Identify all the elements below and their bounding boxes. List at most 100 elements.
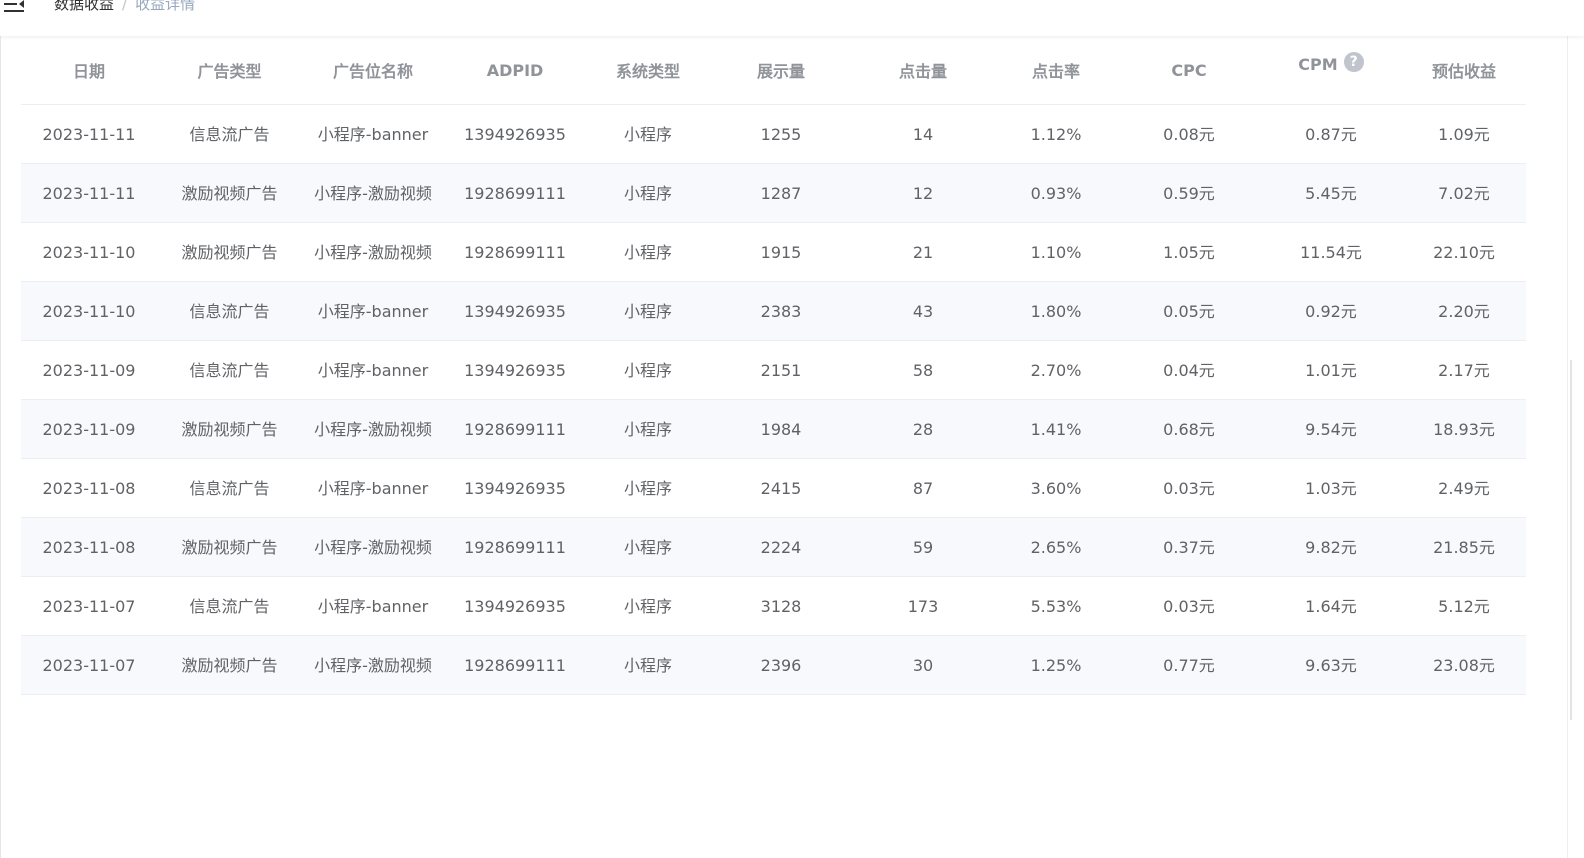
cell-adpid: 1928699111 [444, 517, 586, 577]
breadcrumb: 数据收益 / 收益详情 [54, 0, 195, 14]
cell-ctr: 5.53% [994, 576, 1118, 636]
cpm-label: CPM [1298, 55, 1338, 74]
table-body: 2023-11-11 信息流广告 小程序-banner 1394926935 小程序 12… [21, 104, 1526, 695]
cell-system-type: 小程序 [586, 340, 710, 400]
cell-estimated-revenue: 7.02元 [1402, 163, 1526, 223]
cell-cpm: 9.54元 [1260, 399, 1402, 459]
table-row: 2023-11-11 信息流广告 小程序-banner 1394926935 小程序 12… [21, 104, 1526, 164]
cell-system-type: 小程序 [586, 104, 710, 164]
cell-cpc: 1.05元 [1118, 222, 1260, 282]
cell-cpm: 0.92元 [1260, 281, 1402, 341]
column-header-cpc: CPC [1118, 36, 1260, 105]
page: 数据收益 / 收益详情 日期 广告类型 广告位名称 ADPID 系统类型 展示量… [0, 0, 1584, 858]
column-header-impressions: 展示量 [710, 36, 852, 105]
cell-impressions: 2224 [710, 517, 852, 577]
table-header: 日期 广告类型 广告位名称 ADPID 系统类型 展示量 点击量 点击率 CPC… [21, 36, 1526, 105]
cell-clicks: 87 [852, 458, 994, 518]
cell-date: 2023-11-09 [21, 340, 157, 400]
cell-ad-type: 信息流广告 [157, 576, 302, 636]
cell-cpm: 1.64元 [1260, 576, 1402, 636]
cell-cpc: 0.08元 [1118, 104, 1260, 164]
cell-ctr: 1.10% [994, 222, 1118, 282]
cell-adpid: 1394926935 [444, 281, 586, 341]
cell-system-type: 小程序 [586, 281, 710, 341]
cell-ad-type: 激励视频广告 [157, 635, 302, 695]
cell-clicks: 14 [852, 104, 994, 164]
hamburger-icon[interactable] [4, 0, 26, 14]
cell-impressions: 2151 [710, 340, 852, 400]
cell-impressions: 2383 [710, 281, 852, 341]
cell-system-type: 小程序 [586, 517, 710, 577]
cell-cpc: 0.03元 [1118, 576, 1260, 636]
cell-cpc: 0.68元 [1118, 399, 1260, 459]
column-header-cpm: CPM? [1260, 36, 1402, 105]
cell-clicks: 58 [852, 340, 994, 400]
table-row: 2023-11-10 信息流广告 小程序-banner 1394926935 小程序 23… [21, 281, 1526, 341]
cell-ad-type: 信息流广告 [157, 458, 302, 518]
cell-ad-type: 激励视频广告 [157, 517, 302, 577]
cell-cpm: 1.03元 [1260, 458, 1402, 518]
cell-ctr: 2.70% [994, 340, 1118, 400]
table-row: 2023-11-09 激励视频广告 小程序-激励视频 1928699111 小程序 198… [21, 399, 1526, 459]
cell-clicks: 30 [852, 635, 994, 695]
cell-adpid: 1928699111 [444, 399, 586, 459]
table-row: 2023-11-09 信息流广告 小程序-banner 1394926935 小程序 21… [21, 340, 1526, 400]
cell-date: 2023-11-08 [21, 458, 157, 518]
cell-estimated-revenue: 2.49元 [1402, 458, 1526, 518]
breadcrumb-item-data-revenue[interactable]: 数据收益 [54, 0, 114, 13]
cell-adpid: 1928699111 [444, 163, 586, 223]
cell-estimated-revenue: 2.20元 [1402, 281, 1526, 341]
column-header-ad-type: 广告类型 [157, 36, 302, 105]
cell-ctr: 2.65% [994, 517, 1118, 577]
cell-ad-type: 激励视频广告 [157, 399, 302, 459]
cell-estimated-revenue: 23.08元 [1402, 635, 1526, 695]
table-row: 2023-11-11 激励视频广告 小程序-激励视频 1928699111 小程序 128… [21, 163, 1526, 223]
table-row: 2023-11-07 信息流广告 小程序-banner 1394926935 小程序 31… [21, 576, 1526, 636]
cell-ctr: 1.41% [994, 399, 1118, 459]
cell-adpid: 1394926935 [444, 340, 586, 400]
cell-impressions: 2396 [710, 635, 852, 695]
cell-system-type: 小程序 [586, 163, 710, 223]
cell-ad-type: 激励视频广告 [157, 222, 302, 282]
cell-cpc: 0.37元 [1118, 517, 1260, 577]
cell-date: 2023-11-09 [21, 399, 157, 459]
cell-ad-slot-name: 小程序-banner [302, 576, 444, 636]
cell-system-type: 小程序 [586, 222, 710, 282]
cell-cpm: 9.82元 [1260, 517, 1402, 577]
cell-estimated-revenue: 22.10元 [1402, 222, 1526, 282]
revenue-table: 日期 广告类型 广告位名称 ADPID 系统类型 展示量 点击量 点击率 CPC… [21, 36, 1526, 695]
cell-clicks: 12 [852, 163, 994, 223]
question-circle-icon[interactable]: ? [1343, 52, 1364, 72]
column-header-adpid: ADPID [444, 36, 586, 105]
cell-ad-slot-name: 小程序-激励视频 [302, 399, 444, 459]
cell-date: 2023-11-07 [21, 635, 157, 695]
cell-adpid: 1394926935 [444, 576, 586, 636]
cell-cpm: 1.01元 [1260, 340, 1402, 400]
cell-ad-slot-name: 小程序-banner [302, 104, 444, 164]
cell-date: 2023-11-07 [21, 576, 157, 636]
cell-cpc: 0.59元 [1118, 163, 1260, 223]
cell-date: 2023-11-11 [21, 104, 157, 164]
column-header-system-type: 系统类型 [586, 36, 710, 105]
cell-impressions: 1287 [710, 163, 852, 223]
cell-cpm: 9.63元 [1260, 635, 1402, 695]
cell-ctr: 1.80% [994, 281, 1118, 341]
cell-impressions: 1255 [710, 104, 852, 164]
cell-date: 2023-11-10 [21, 222, 157, 282]
cell-ad-slot-name: 小程序-激励视频 [302, 222, 444, 282]
cell-ctr: 0.93% [994, 163, 1118, 223]
cell-estimated-revenue: 18.93元 [1402, 399, 1526, 459]
cell-ad-type: 信息流广告 [157, 340, 302, 400]
cell-system-type: 小程序 [586, 399, 710, 459]
cell-estimated-revenue: 21.85元 [1402, 517, 1526, 577]
table-row: 2023-11-08 信息流广告 小程序-banner 1394926935 小程序 24… [21, 458, 1526, 518]
cell-impressions: 2415 [710, 458, 852, 518]
cell-cpc: 0.05元 [1118, 281, 1260, 341]
cell-date: 2023-11-08 [21, 517, 157, 577]
cell-clicks: 173 [852, 576, 994, 636]
column-header-estimated-revenue: 预估收益 [1402, 36, 1526, 105]
cell-cpc: 0.04元 [1118, 340, 1260, 400]
column-header-ad-slot-name: 广告位名称 [302, 36, 444, 105]
cell-ctr: 3.60% [994, 458, 1118, 518]
scrollbar-thumb[interactable] [1570, 360, 1572, 720]
